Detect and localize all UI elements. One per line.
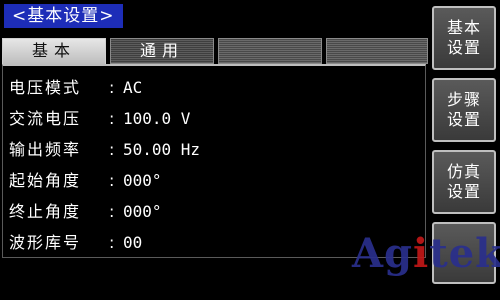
button-label-line-1: 仿真 <box>446 162 481 181</box>
setting-value[interactable]: 100.0 V <box>123 105 190 133</box>
setting-label: 交流电压 <box>9 109 82 128</box>
logo-text-suffix: tek <box>429 230 500 277</box>
instrument-screen: <基本设置> 基本 通用 电压模式: AC 交流电压:100.0 V 输出频率:5… <box>0 0 500 300</box>
setting-row-voltage-mode[interactable]: 电压模式: AC <box>9 74 142 102</box>
tab-bar: 基本 通用 <box>2 38 428 66</box>
logo-text-prefix: Ag <box>352 230 414 277</box>
logo-text-accent: i <box>413 230 430 277</box>
setting-value[interactable]: 50.00 Hz <box>123 136 200 164</box>
setting-value[interactable]: 000° <box>123 167 162 195</box>
tab-basic[interactable]: 基本 <box>2 38 106 66</box>
setting-separator: : <box>109 202 115 221</box>
title-bar: <基本设置> <box>0 0 428 28</box>
setting-row-waveform-library[interactable]: 波形库号:00 <box>9 229 142 257</box>
setting-label: 输出频率 <box>9 140 82 159</box>
button-label-line-1: 基本 <box>446 18 481 37</box>
setting-row-ac-voltage[interactable]: 交流电压:100.0 V <box>9 105 190 133</box>
button-label-line-2: 设置 <box>446 182 481 201</box>
tab-empty-2[interactable] <box>326 38 428 64</box>
setting-separator: : <box>109 171 115 190</box>
tab-general[interactable]: 通用 <box>110 38 214 64</box>
setting-label: 终止角度 <box>9 202 82 221</box>
setting-label: 起始角度 <box>9 171 82 190</box>
setting-value[interactable]: 000° <box>123 198 162 226</box>
settings-panel: 电压模式: AC 交流电压:100.0 V 输出频率:50.00 Hz 起始角度:… <box>2 64 426 258</box>
setting-label: 波形库号 <box>9 233 82 252</box>
tab-empty-1[interactable] <box>218 38 322 64</box>
simulation-settings-button[interactable]: 仿真 设置 <box>432 150 496 214</box>
basic-settings-button[interactable]: 基本 设置 <box>432 6 496 70</box>
agitek-logo: Agitek <box>352 232 500 276</box>
setting-label: 电压模式 <box>9 78 82 97</box>
setting-row-start-angle[interactable]: 起始角度:000° <box>9 167 162 195</box>
setting-separator: : <box>109 109 115 128</box>
setting-row-end-angle[interactable]: 终止角度:000° <box>9 198 162 226</box>
button-label-line-1: 步骤 <box>446 90 481 109</box>
page-title: <基本设置> <box>4 4 123 28</box>
setting-row-output-frequency[interactable]: 输出频率:50.00 Hz <box>9 136 200 164</box>
setting-value[interactable]: AC <box>123 74 142 102</box>
setting-value[interactable]: 00 <box>123 229 142 257</box>
setting-separator: : <box>109 233 115 252</box>
button-label-line-2: 设置 <box>446 38 481 57</box>
setting-separator: : <box>109 140 115 159</box>
button-label-line-2: 设置 <box>446 110 481 129</box>
step-settings-button[interactable]: 步骤 设置 <box>432 78 496 142</box>
setting-separator: : <box>109 78 115 97</box>
